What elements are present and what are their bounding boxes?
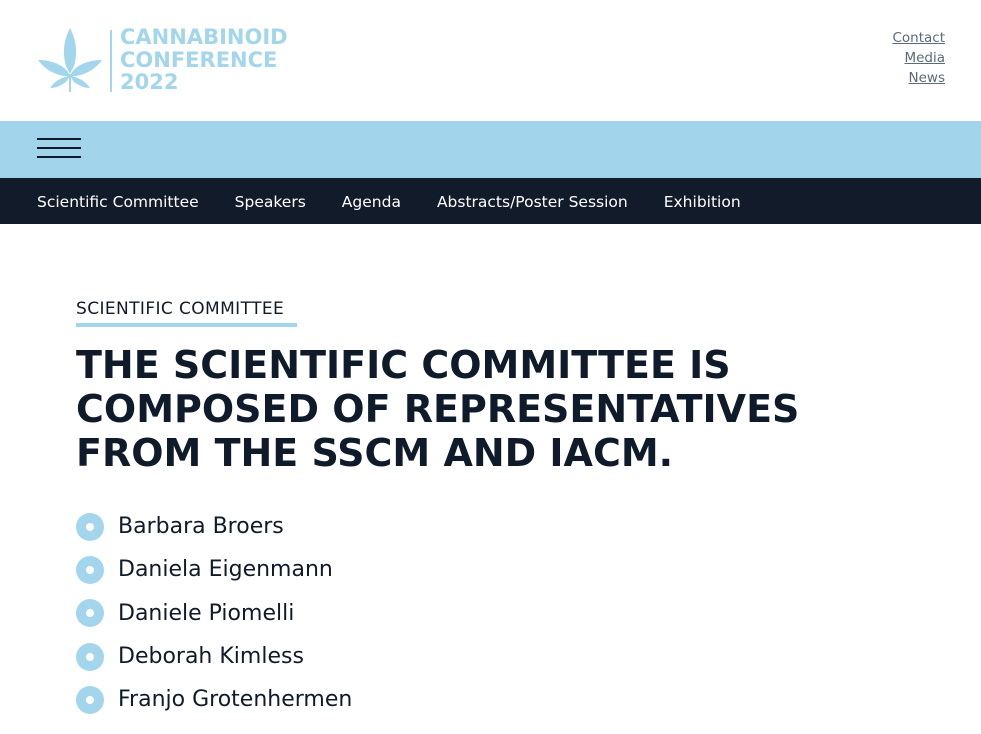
media-link[interactable]: Media — [892, 49, 945, 69]
bullet-icon — [76, 642, 104, 671]
hamburger-menu-icon[interactable] — [37, 137, 81, 161]
nav-item-abstracts-poster-session[interactable]: Abstracts/Poster Session — [437, 193, 628, 211]
nav-item-scientific-committee[interactable]: Scientific Committee — [37, 193, 199, 211]
eyebrow-underline — [76, 323, 297, 327]
nav-item-speakers[interactable]: Speakers — [235, 193, 306, 211]
hamburger-line — [37, 147, 81, 149]
site-header: CANNABINOID CONFERENCE 2022 Contact Medi… — [0, 0, 981, 121]
logo-line-2: CONFERENCE — [120, 47, 278, 72]
logo-line-3: 2022 — [120, 70, 179, 94]
logo-line-1: CANNABINOID — [120, 25, 288, 49]
logo-wordmark: CANNABINOID CONFERENCE 2022 — [120, 26, 288, 94]
list-item: Barbara Broers — [76, 505, 352, 548]
main-nav: Scientific Committee Speakers Agenda Abs… — [0, 178, 981, 224]
list-item: Daniele Piomelli — [76, 592, 352, 635]
hamburger-line — [37, 156, 81, 158]
utility-links: Contact Media News — [892, 29, 945, 88]
member-name: Barbara Broers — [118, 514, 284, 540]
member-name: Deborah Kimless — [118, 644, 304, 670]
news-link[interactable]: News — [892, 69, 945, 89]
list-item: Franjo Grotenhermen — [76, 678, 352, 721]
site-logo[interactable]: CANNABINOID CONFERENCE 2022 — [36, 26, 288, 96]
member-name: Franjo Grotenhermen — [118, 687, 353, 713]
section-eyebrow: SCIENTIFIC COMMITTEE — [76, 299, 285, 319]
list-item: Deborah Kimless — [76, 635, 352, 678]
bullet-icon — [76, 599, 104, 628]
member-name: Daniela Eigenmann — [118, 557, 333, 583]
cannabis-leaf-icon — [38, 28, 102, 92]
list-item: Daniela Eigenmann — [76, 548, 352, 591]
logo-divider — [110, 30, 112, 92]
member-name: Daniele Piomelli — [118, 600, 295, 626]
bullet-icon — [76, 685, 104, 714]
page-headline: THE SCIENTIFIC COMMITTEE IS COMPOSED OF … — [76, 343, 800, 475]
nav-item-exhibition[interactable]: Exhibition — [664, 193, 741, 211]
hamburger-line — [37, 138, 81, 140]
menu-bar — [0, 121, 981, 178]
contact-link[interactable]: Contact — [892, 29, 945, 49]
committee-member-list: Barbara Broers Daniela Eigenmann Daniele… — [76, 505, 352, 721]
bullet-icon — [76, 555, 104, 584]
bullet-icon — [76, 512, 104, 541]
nav-item-agenda[interactable]: Agenda — [342, 193, 401, 211]
